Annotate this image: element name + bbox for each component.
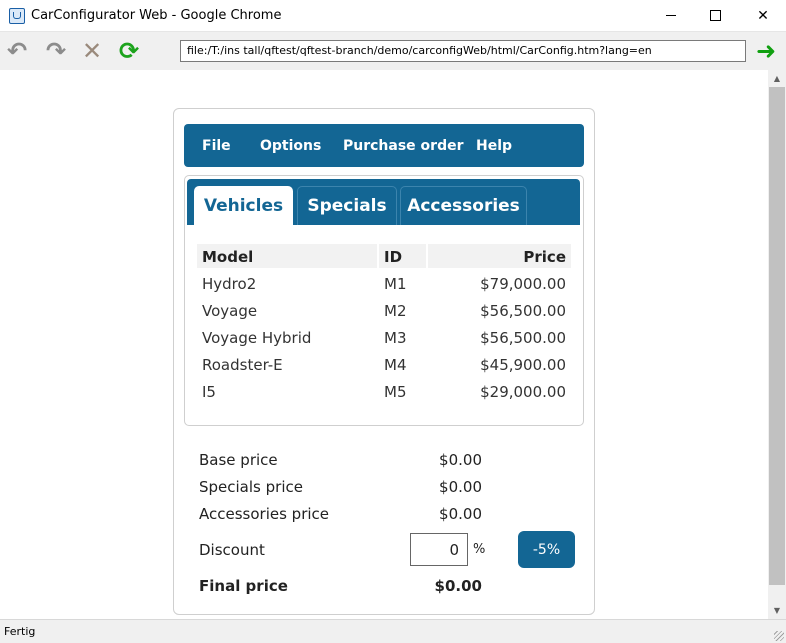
stop-icon[interactable]: ✕ <box>78 37 106 65</box>
base-price-label: Base price <box>199 451 278 469</box>
cell-price: $79,000.00 <box>480 275 566 293</box>
tab-accessories[interactable]: Accessories <box>400 186 527 225</box>
maximize-button[interactable] <box>692 0 738 31</box>
final-price-value: $0.00 <box>434 577 482 595</box>
tab-vehicles[interactable]: Vehicles <box>194 186 293 225</box>
menu-file[interactable]: File <box>202 138 231 154</box>
cell-model: Roadster-E <box>202 356 283 374</box>
specials-price-value: $0.00 <box>439 478 482 496</box>
undo-icon[interactable]: ↶ <box>3 37 31 65</box>
percent-sign: % <box>473 542 486 557</box>
accessories-price-value: $0.00 <box>439 505 482 523</box>
cell-id: M1 <box>384 275 407 293</box>
cell-model: Voyage Hybrid <box>202 329 312 347</box>
status-bar: Fertig <box>0 619 786 643</box>
cell-id: M4 <box>384 356 407 374</box>
menu-purchase-order[interactable]: Purchase order <box>343 138 464 154</box>
specials-price-label: Specials price <box>199 478 303 496</box>
status-text: Fertig <box>4 625 36 638</box>
cell-price: $29,000.00 <box>480 383 566 401</box>
discount-5-percent-button[interactable]: -5% <box>518 531 575 568</box>
cell-price: $56,500.00 <box>480 329 566 347</box>
redo-icon[interactable]: ↷ <box>42 37 70 65</box>
accessories-price-label: Accessories price <box>199 505 330 523</box>
reload-icon[interactable]: ⟳ <box>115 37 143 65</box>
menu-options[interactable]: Options <box>260 138 321 154</box>
resize-grip-icon[interactable] <box>774 631 784 641</box>
app-icon <box>9 8 25 24</box>
cell-price: $45,900.00 <box>480 356 566 374</box>
browser-toolbar: ↶ ↷ ✕ ⟳ file:/T:/ins tall/qftest/qftest-… <box>0 32 786 70</box>
column-header-id[interactable]: ID <box>379 244 426 268</box>
window-title-bar: CarConfigurator Web - Google Chrome ✕ <box>0 0 786 32</box>
cell-price: $56,500.00 <box>480 302 566 320</box>
final-price-label: Final price <box>199 577 288 595</box>
vertical-scrollbar[interactable]: ▲ ▼ <box>768 70 786 619</box>
scroll-down-icon[interactable]: ▼ <box>768 602 786 619</box>
address-bar[interactable]: file:/T:/ins tall/qftest/qftest-branch/d… <box>180 40 746 62</box>
window-title: CarConfigurator Web - Google Chrome <box>31 8 282 23</box>
minimize-button[interactable] <box>648 0 694 31</box>
scroll-up-icon[interactable]: ▲ <box>768 70 786 87</box>
scrollbar-thumb[interactable] <box>769 87 785 585</box>
cell-model: I5 <box>202 383 216 401</box>
base-price-value: $0.00 <box>439 451 482 469</box>
menu-bar: File Options Purchase order Help <box>184 124 584 167</box>
close-icon: ✕ <box>757 7 769 24</box>
close-window-button[interactable]: ✕ <box>740 0 786 31</box>
cell-model: Hydro2 <box>202 275 257 293</box>
discount-label: Discount <box>199 541 265 559</box>
minimize-icon <box>666 15 676 16</box>
column-header-price[interactable]: Price <box>428 244 571 268</box>
cell-id: M5 <box>384 383 407 401</box>
cell-model: Voyage <box>202 302 258 320</box>
menu-help[interactable]: Help <box>476 138 512 154</box>
tab-specials[interactable]: Specials <box>297 186 397 225</box>
cell-id: M2 <box>384 302 407 320</box>
column-header-model[interactable]: Model <box>197 244 377 268</box>
maximize-icon <box>709 10 721 21</box>
cell-id: M3 <box>384 329 407 347</box>
discount-input[interactable]: 0 <box>410 533 468 566</box>
go-arrow-icon[interactable]: ➜ <box>752 37 780 65</box>
